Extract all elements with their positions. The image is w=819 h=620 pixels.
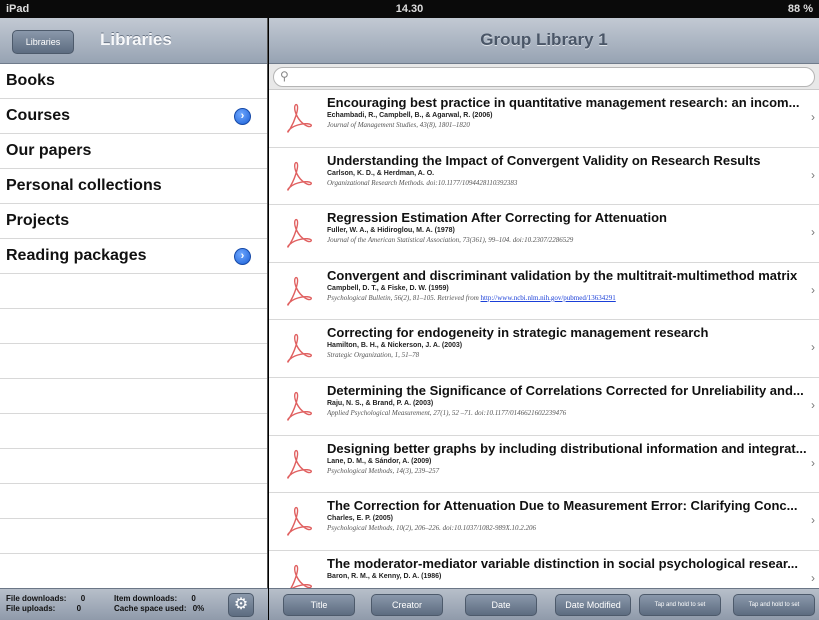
chevron-right-icon: › xyxy=(811,397,815,412)
search-icon: ⚲ xyxy=(280,69,289,83)
chevron-right-icon: › xyxy=(811,455,815,470)
library-item-label: Books xyxy=(6,72,55,89)
chevron-right-icon: › xyxy=(811,570,815,585)
chevron-right-icon: › xyxy=(811,340,815,355)
sort-creator-button[interactable]: Creator xyxy=(371,594,443,616)
paper-reference: Strategic Organization, 1, 51–78 xyxy=(327,351,420,360)
pdf-icon xyxy=(285,332,313,366)
paper-row[interactable]: Correcting for endogeneity in strategic … xyxy=(269,320,819,378)
pdf-icon xyxy=(285,390,313,424)
paper-authors: Campbell, D. T., & Fiske, D. W. (1959) xyxy=(327,284,449,292)
chevron-right-icon: › xyxy=(811,282,815,297)
paper-title: The Correction for Attenuation Due to Me… xyxy=(327,498,798,514)
library-item[interactable]: Projects xyxy=(0,204,267,239)
paper-authors: Raju, N. S., & Brand, P. A. (2003) xyxy=(327,399,434,407)
library-item-label: Our papers xyxy=(6,142,92,159)
paper-row[interactable]: Regression Estimation After Correcting f… xyxy=(269,205,819,263)
sort-date-modified-button[interactable]: Date Modified xyxy=(555,594,631,616)
page-title: Group Library 1 xyxy=(480,30,608,49)
library-item-label: Reading packages xyxy=(6,247,147,264)
library-item[interactable]: Reading packages › xyxy=(0,239,267,274)
sidebar-navbar: Libraries Libraries xyxy=(0,18,267,64)
paper-row[interactable]: Determining the Significance of Correlat… xyxy=(269,378,819,436)
paper-title: Convergent and discriminant validation b… xyxy=(327,267,798,283)
paper-row[interactable]: Encouraging best practice in quantitativ… xyxy=(269,90,819,148)
paper-list: Encouraging best practice in quantitativ… xyxy=(269,90,819,609)
library-item[interactable]: Courses › xyxy=(0,99,267,134)
sidebar-footer: File downloads: 0 File uploads: 0 Item d… xyxy=(0,588,268,620)
paper-row[interactable]: The Correction for Attenuation Due to Me… xyxy=(269,493,819,551)
paper-authors: Charles, E. P. (2005) xyxy=(327,515,394,523)
paper-authors: Lane, D. M., & Sándor, A. (2009) xyxy=(327,457,432,465)
item-stats: Item downloads: 0 Cache space used: 0% xyxy=(114,594,205,613)
file-stats: File downloads: 0 File uploads: 0 xyxy=(6,594,86,613)
paper-row[interactable]: Designing better graphs by including dis… xyxy=(269,436,819,494)
paper-authors: Hamilton, B. H., & Nickerson, J. A. (200… xyxy=(327,342,463,350)
library-item-label: Projects xyxy=(6,212,70,229)
sort-toolbar: Title Creator Date Date Modified Tap and… xyxy=(269,588,819,620)
paper-title: Encouraging best practice in quantitativ… xyxy=(327,95,800,110)
paper-title: Designing better graphs by including dis… xyxy=(327,440,807,456)
paper-link[interactable]: http://www.ncbi.nlm.nih.gov/pubmed/13634… xyxy=(481,294,616,302)
custom-sort-button-1[interactable]: Tap and hold to set xyxy=(639,594,721,616)
search-bar: ⚲ xyxy=(269,64,819,90)
paper-reference: Organizational Research Methods. doi:10.… xyxy=(327,178,518,187)
clock: 14.30 xyxy=(395,3,424,15)
paper-authors: Fuller, W. A., & Hidiroglou, M. A. (1978… xyxy=(327,227,455,235)
pdf-icon xyxy=(285,448,313,482)
paper-title: Correcting for endogeneity in strategic … xyxy=(327,325,709,341)
paper-authors: Baron, R. M., & Kenny, D. A. (1986) xyxy=(327,572,442,580)
library-item[interactable]: Our papers xyxy=(0,134,267,169)
chevron-right-icon: › xyxy=(811,513,815,528)
pdf-icon xyxy=(285,160,313,194)
settings-gear-icon[interactable]: ⚙ xyxy=(228,593,254,617)
paper-row[interactable]: Convergent and discriminant validation b… xyxy=(269,263,819,321)
paper-authors: Carlson, K. D., & Herdman, A. O. xyxy=(327,169,435,177)
library-item[interactable]: Personal collections xyxy=(0,169,267,204)
paper-title: Determining the Significance of Correlat… xyxy=(327,382,804,398)
pdf-icon xyxy=(285,217,313,251)
paper-reference: Psychological Bulletin, 56(2), 81–105. R… xyxy=(327,293,616,302)
disclosure-arrow-icon[interactable]: › xyxy=(234,248,251,265)
library-list: Books Courses › Our papers Personal collecti… xyxy=(0,64,267,274)
chevron-right-icon: › xyxy=(811,110,815,124)
main-navbar: Group Library 1 xyxy=(269,18,819,64)
chevron-right-icon: › xyxy=(811,225,815,240)
paper-reference: Journal of Management Studies, 43(8), 18… xyxy=(327,121,470,129)
paper-title: The moderator-mediator variable distinct… xyxy=(327,555,799,571)
library-item-label: Personal collections xyxy=(6,177,162,194)
library-item[interactable]: Books xyxy=(0,64,267,99)
pdf-icon xyxy=(285,505,313,539)
libraries-sidebar: Libraries Libraries Books Courses › Our pap… xyxy=(0,18,268,620)
paper-row[interactable]: Understanding the Impact of Convergent V… xyxy=(269,148,819,206)
paper-reference: Journal of the American Statistical Asso… xyxy=(327,236,574,245)
empty-rows xyxy=(0,274,267,554)
paper-title: Regression Estimation After Correcting f… xyxy=(327,210,667,226)
paper-reference: Psychological Methods, 14(3), 239–257 xyxy=(327,466,440,475)
sort-date-button[interactable]: Date xyxy=(465,594,537,616)
pdf-icon xyxy=(285,275,313,309)
sidebar-title: Libraries xyxy=(100,30,172,49)
library-item-label: Courses xyxy=(6,107,71,124)
paper-title: Understanding the Impact of Convergent V… xyxy=(327,152,761,168)
pdf-icon xyxy=(285,102,313,136)
paper-authors: Echambadi, R., Campbell, B., & Agarwal, … xyxy=(327,112,493,119)
chevron-right-icon: › xyxy=(811,167,815,182)
libraries-back-button[interactable]: Libraries xyxy=(12,30,74,54)
group-library-pane: Group Library 1 ⚲ Encouraging best pract… xyxy=(269,18,819,620)
custom-sort-button-2[interactable]: Tap and hold to set xyxy=(733,594,815,616)
battery-level: 88 % xyxy=(787,3,813,15)
paper-reference: Applied Psychological Measurement, 27(1)… xyxy=(327,408,567,417)
disclosure-arrow-icon[interactable]: › xyxy=(234,108,251,125)
sort-title-button[interactable]: Title xyxy=(283,594,355,616)
search-input[interactable]: ⚲ xyxy=(273,67,815,87)
paper-reference: Psychological Methods, 10(2), 206–226. d… xyxy=(327,524,537,533)
status-bar: iPad 14.30 88 % xyxy=(0,0,819,18)
